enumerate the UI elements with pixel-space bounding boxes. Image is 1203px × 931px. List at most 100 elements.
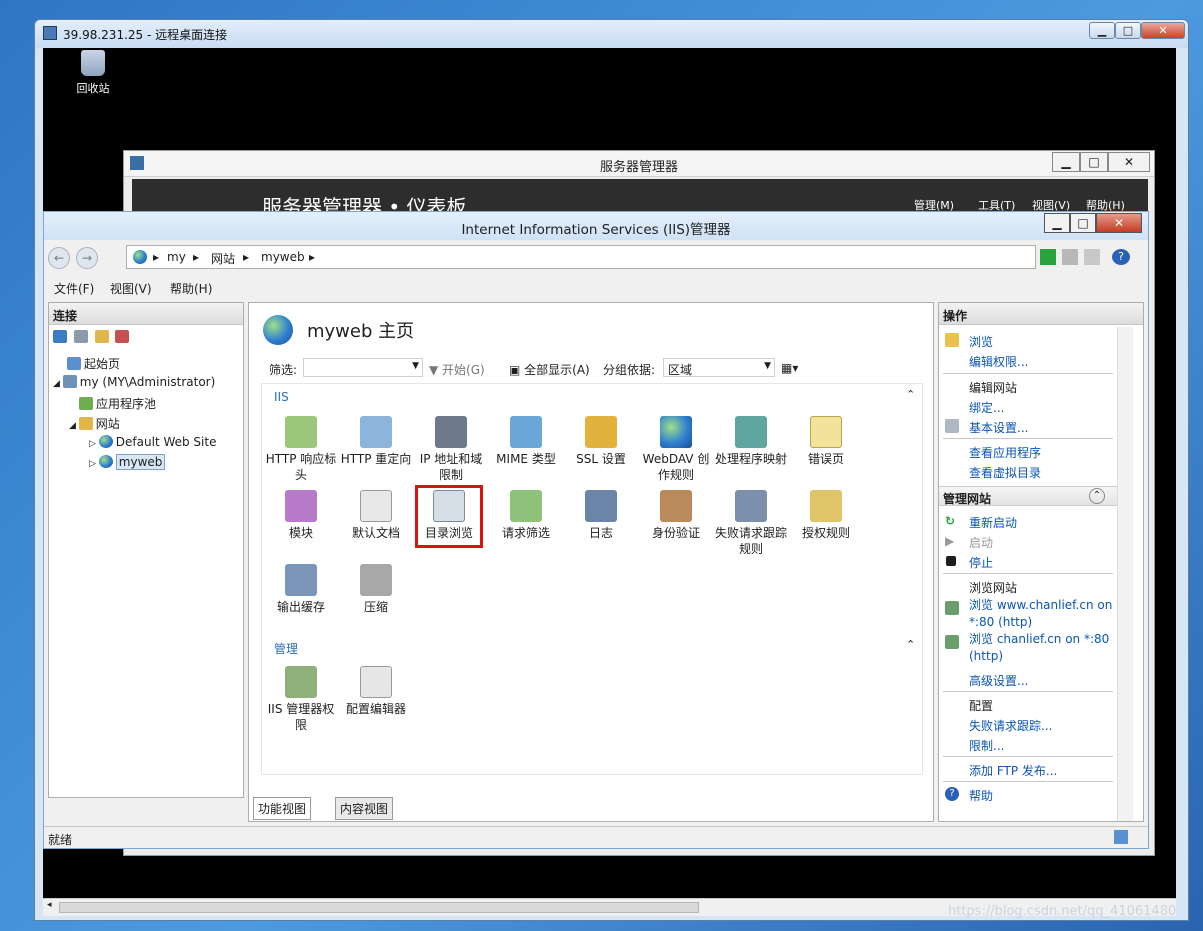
feature-output-caching[interactable]: 输出缓存 (264, 564, 338, 615)
tree-myweb[interactable]: ▷ myweb (89, 454, 166, 470)
feature-request-filtering[interactable]: 请求筛选 (489, 490, 563, 541)
feature-compression[interactable]: 压缩 (339, 564, 413, 615)
feature-error-pages[interactable]: 错误页 (789, 416, 863, 467)
remote-desktop: 回收站 服务器管理器 ▁ □ ✕ 服务器管理器 • 仪表板 管理(M) 工具(T… (43, 48, 1176, 898)
browse-site-icon (945, 635, 959, 649)
feature-default-document[interactable]: 默认文档 (339, 490, 413, 541)
forward-button[interactable]: → (76, 247, 98, 269)
group-by-select[interactable]: 区域 ▼ (663, 358, 775, 377)
collapse-group-icon[interactable]: ⌃ (906, 388, 915, 401)
feature-logging[interactable]: 日志 (564, 490, 638, 541)
action-stop[interactable]: 停止 (969, 554, 993, 571)
rdp-vertical-gap (1176, 48, 1182, 898)
tree-server[interactable]: ◢ my (MY\Administrator) (53, 375, 215, 389)
action-browse-root[interactable]: 浏览 chanlief.cn on *:80 (http) (969, 631, 1113, 665)
scroll-left-icon[interactable]: ◂ (47, 900, 52, 910)
filter-input[interactable]: ▼ (303, 358, 423, 377)
view-mode-icon[interactable]: ▦▾ (781, 361, 798, 375)
manage-site-section[interactable]: 管理网站 ⌃ (939, 486, 1117, 506)
feature-handler-mappings[interactable]: 处理程序映射 (714, 416, 788, 467)
scroll-thumb[interactable] (59, 902, 699, 913)
action-add-ftp[interactable]: 添加 FTP 发布... (969, 762, 1057, 779)
action-bindings[interactable]: 绑定... (969, 399, 1004, 416)
disconnect-icon[interactable] (115, 330, 130, 343)
chevron-down-icon: ▼ (764, 361, 771, 371)
address-segment-my[interactable]: my (167, 250, 186, 264)
feature-authentication[interactable]: 身份验证 (639, 490, 713, 541)
directory-browsing-icon (433, 490, 465, 522)
tree-start-page[interactable]: 起始页 (67, 355, 120, 372)
group-iis-label: IIS (274, 390, 289, 404)
help-icon[interactable]: ? (1112, 249, 1130, 265)
menu-file[interactable]: 文件(F) (54, 280, 94, 297)
minimize-button[interactable]: ▁ (1089, 22, 1115, 39)
tree-sites[interactable]: ◢ 网站 (69, 415, 120, 432)
collapse-icon[interactable]: ⌃ (1089, 488, 1105, 504)
feature-webdav[interactable]: WebDAV 创作规则 (639, 416, 713, 483)
rdp-titlebar[interactable]: 39.98.231.25 - 远程桌面连接 ▁ □ ✕ (35, 20, 1188, 48)
feature-http-response-headers[interactable]: HTTP 响应标头 (264, 416, 338, 483)
iis-close-button[interactable]: ✕ (1096, 213, 1142, 233)
save-icon[interactable] (73, 330, 88, 343)
go-button[interactable]: ▼ 开始(G) (429, 361, 485, 378)
iis-minimize-button[interactable]: ▁ (1044, 213, 1070, 233)
collapse-icon[interactable]: ◢ (69, 421, 79, 431)
sm-close-button[interactable]: ✕ (1108, 152, 1150, 172)
actions-scrollbar[interactable] (1117, 327, 1133, 821)
action-edit-permissions[interactable]: 编辑权限... (969, 353, 1028, 370)
feature-authorization-rules[interactable]: 授权规则 (789, 490, 863, 541)
feature-failed-request-tracing[interactable]: 失败请求跟踪规则 (714, 490, 788, 557)
close-button[interactable]: ✕ (1141, 22, 1185, 39)
show-all-button[interactable]: ▣ 全部显示(A) (509, 361, 590, 378)
action-basic-settings[interactable]: 基本设置... (969, 419, 1028, 436)
maximize-button[interactable]: □ (1115, 22, 1141, 39)
action-advanced-settings[interactable]: 高级设置... (969, 672, 1028, 689)
home-icon[interactable] (1084, 249, 1100, 265)
folder-icon[interactable] (94, 330, 109, 343)
action-limits[interactable]: 限制... (969, 737, 1004, 754)
action-browse[interactable]: 浏览 (969, 333, 993, 350)
action-view-applications[interactable]: 查看应用程序 (969, 444, 1041, 461)
iis-maximize-button[interactable]: □ (1070, 213, 1096, 233)
action-browse-www[interactable]: 浏览 www.chanlief.cn on *:80 (http) (969, 597, 1113, 631)
menu-help[interactable]: 帮助(H) (170, 280, 212, 297)
feature-iis-manager-permissions[interactable]: IIS 管理器权限 (264, 666, 338, 733)
address-segment-sites[interactable]: 网站 (211, 250, 235, 267)
feature-configuration-editor[interactable]: 配置编辑器 (339, 666, 413, 717)
action-failed-request-tracing[interactable]: 失败请求跟踪... (969, 717, 1052, 734)
action-help[interactable]: 帮助 (969, 787, 993, 804)
menu-view[interactable]: 视图(V) (110, 280, 152, 297)
iis-titlebar[interactable]: Internet Information Services (IIS)管理器 ▁… (44, 212, 1148, 240)
recycle-bin-icon (81, 50, 105, 76)
recycle-bin[interactable]: 回收站 (63, 48, 123, 96)
feature-ip-domain-restrictions[interactable]: IP 地址和域限制 (414, 416, 488, 483)
expand-icon[interactable]: ▷ (89, 459, 99, 469)
collapse-icon[interactable]: ◢ (53, 379, 63, 389)
server-manager-titlebar[interactable]: 服务器管理器 ▁ □ ✕ (124, 151, 1154, 177)
group-configure: 配置 (969, 699, 994, 713)
feature-directory-browsing[interactable]: 目录浏览 (415, 485, 483, 548)
action-restart[interactable]: 重新启动 (969, 514, 1017, 531)
back-button[interactable]: ← (48, 247, 70, 269)
rdp-window: 39.98.231.25 - 远程桌面连接 ▁ □ ✕ 回收站 服务器管理器 ▁… (34, 19, 1189, 921)
tab-content-view[interactable]: 内容视图 (335, 797, 394, 820)
stop-icon[interactable] (1062, 249, 1078, 265)
connect-icon[interactable] (53, 330, 67, 343)
refresh-icon[interactable] (1040, 249, 1056, 265)
address-segment-myweb[interactable]: myweb (261, 250, 305, 264)
server-icon (62, 375, 77, 388)
tree-default-web-site[interactable]: ▷ Default Web Site (89, 435, 216, 449)
sm-maximize-button[interactable]: □ (1080, 152, 1108, 172)
tree-app-pools[interactable]: 应用程序池 (79, 395, 156, 412)
collapse-group-icon[interactable]: ⌃ (906, 638, 915, 651)
failed-request-icon (735, 490, 767, 522)
tab-features-view[interactable]: 功能视图 (253, 797, 312, 820)
feature-http-redirect[interactable]: HTTP 重定向 (339, 416, 413, 467)
feature-mime-types[interactable]: MIME 类型 (489, 416, 563, 467)
sm-minimize-button[interactable]: ▁ (1052, 152, 1080, 172)
feature-modules[interactable]: 模块 (264, 490, 338, 541)
feature-ssl-settings[interactable]: SSL 设置 (564, 416, 638, 467)
action-view-virtual-directories[interactable]: 查看虚拟目录 (969, 464, 1041, 481)
expand-icon[interactable]: ▷ (89, 439, 99, 449)
address-box[interactable]: ▸ my ▸ 网站 ▸ myweb ▸ (126, 245, 1036, 269)
